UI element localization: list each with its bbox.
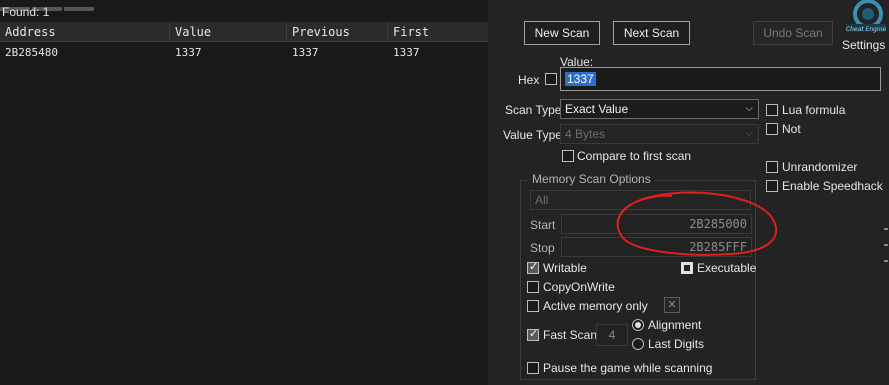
annotation-ellipse <box>616 191 777 256</box>
scroll-edge-marks <box>884 228 889 276</box>
